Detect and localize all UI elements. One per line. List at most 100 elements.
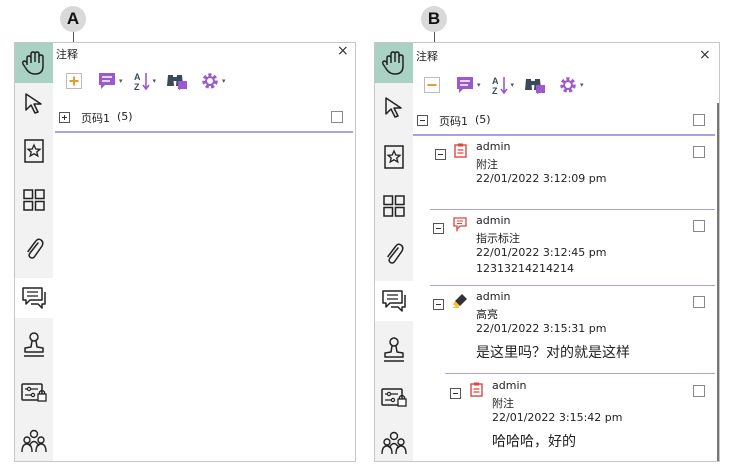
collapse-comment-button[interactable] [450, 388, 461, 399]
select-tool-button[interactable] [375, 87, 413, 127]
comment-type: 高亮 [476, 308, 498, 321]
comment-time: 22/01/2022 3:12:09 pm [476, 172, 607, 185]
security-settings-button[interactable] [375, 378, 413, 418]
collapse-comment-button[interactable] [433, 299, 444, 310]
comments-panel-collapsed: 注释 × ▾ AZ ▾ ▾ 页码1 (5) [14, 42, 356, 462]
tool-rail [375, 43, 413, 461]
close-button[interactable]: × [699, 47, 711, 63]
group-separator [413, 134, 715, 136]
annotation-toolbar: ▾ AZ ▾ ▾ [423, 75, 584, 95]
comment-type: 附注 [476, 158, 498, 171]
sort-az-icon[interactable]: AZ [491, 75, 509, 95]
search-comments-icon[interactable] [166, 72, 188, 90]
comment-author: admin [476, 290, 511, 303]
users-button[interactable] [375, 423, 413, 461]
note-icon [454, 143, 467, 158]
comment-author: admin [476, 140, 511, 153]
collapse-comment-button[interactable] [435, 149, 446, 160]
group-label: 页码1 [439, 115, 468, 128]
comments-panel-expanded: 注释 × ▾ AZ ▾ ▾ 页码1 (5) admin 附注 22/01/202… [374, 42, 720, 462]
settings-caret-icon[interactable]: ▾ [580, 81, 584, 89]
expand-group-button[interactable] [59, 112, 70, 123]
tool-rail [15, 43, 53, 461]
hand-icon [381, 51, 404, 75]
stamp-button[interactable] [375, 330, 413, 370]
comment-filter-caret-icon[interactable]: ▾ [477, 81, 481, 89]
collapse-all-icon[interactable] [423, 76, 441, 94]
svg-text:A: A [134, 72, 141, 82]
stamp-button[interactable] [15, 325, 53, 365]
security-settings-button[interactable] [15, 373, 53, 413]
comment-type: 附注 [492, 397, 514, 410]
panel-title: 注释 [56, 48, 78, 61]
svg-text:Z: Z [492, 86, 498, 95]
group-count: (5) [475, 113, 491, 126]
hand-tool-button[interactable] [15, 43, 53, 83]
hand-tool-button[interactable] [375, 43, 413, 83]
people-icon [21, 429, 47, 453]
thumbnails-button[interactable] [375, 186, 413, 226]
svg-text:Z: Z [134, 82, 140, 91]
sort-caret-icon[interactable]: ▾ [153, 77, 157, 85]
paperclip-icon [27, 238, 44, 259]
highlight-icon [453, 294, 467, 308]
sort-caret-icon[interactable]: ▾ [511, 81, 515, 89]
search-comments-icon[interactable] [524, 76, 546, 94]
callout-a: A [60, 6, 86, 32]
sort-az-icon[interactable]: AZ [133, 71, 151, 91]
comment-checkbox[interactable] [693, 385, 705, 397]
panel-title: 注释 [416, 50, 438, 63]
hand-icon [21, 51, 44, 75]
bookmarks-button[interactable] [375, 137, 413, 177]
comment-checkbox[interactable] [693, 146, 705, 158]
callout-b: B [421, 6, 447, 32]
group-checkbox[interactable] [693, 114, 705, 126]
sliders-lock-icon [381, 388, 407, 407]
settings-gear-icon[interactable] [558, 75, 578, 95]
comment-body: 是这里吗？对的就是这样 [476, 345, 630, 361]
stamp-icon [24, 332, 44, 357]
grid-icon [383, 195, 405, 217]
comment-checkbox[interactable] [693, 296, 705, 308]
comments-icon [22, 287, 46, 309]
comment-separator [445, 373, 715, 374]
collapse-group-button[interactable] [417, 115, 428, 126]
comment-filter-icon[interactable] [455, 76, 475, 94]
close-button[interactable]: × [337, 43, 349, 59]
paperclip-icon [387, 243, 404, 264]
group-separator [55, 131, 353, 133]
thumbnails-button[interactable] [15, 180, 53, 220]
comment-body: 12313214214214 [476, 262, 574, 275]
select-tool-button[interactable] [15, 83, 53, 123]
stamp-icon [384, 337, 404, 362]
comment-filter-icon[interactable] [97, 72, 117, 90]
bookmarks-button[interactable] [15, 131, 53, 171]
attachments-button[interactable] [15, 229, 53, 269]
attachments-button[interactable] [375, 234, 413, 274]
callout-icon [453, 217, 467, 232]
comment-time: 22/01/2022 3:15:42 pm [492, 411, 623, 424]
note-icon [470, 382, 483, 397]
group-checkbox[interactable] [331, 111, 343, 123]
scrollbar[interactable] [717, 103, 719, 461]
comment-checkbox[interactable] [693, 220, 705, 232]
comment-author: admin [492, 379, 527, 392]
settings-gear-icon[interactable] [200, 71, 220, 91]
comment-author: admin [476, 214, 511, 227]
comment-type: 指示标注 [476, 232, 520, 245]
comments-button[interactable] [15, 278, 53, 318]
svg-text:A: A [492, 76, 499, 86]
comments-button[interactable] [375, 281, 413, 321]
collapse-comment-button[interactable] [433, 223, 444, 234]
grid-icon [23, 189, 45, 211]
comment-body: 哈哈哈，好的 [492, 434, 576, 450]
group-count: (5) [117, 110, 133, 123]
settings-caret-icon[interactable]: ▾ [222, 77, 226, 85]
comment-separator [430, 209, 715, 210]
comment-filter-caret-icon[interactable]: ▾ [119, 77, 123, 85]
sliders-lock-icon [21, 383, 47, 402]
arrow-cursor-icon [25, 93, 42, 114]
users-button[interactable] [15, 421, 53, 461]
comment-time: 22/01/2022 3:12:45 pm [476, 246, 607, 259]
expand-all-icon[interactable] [65, 72, 83, 90]
